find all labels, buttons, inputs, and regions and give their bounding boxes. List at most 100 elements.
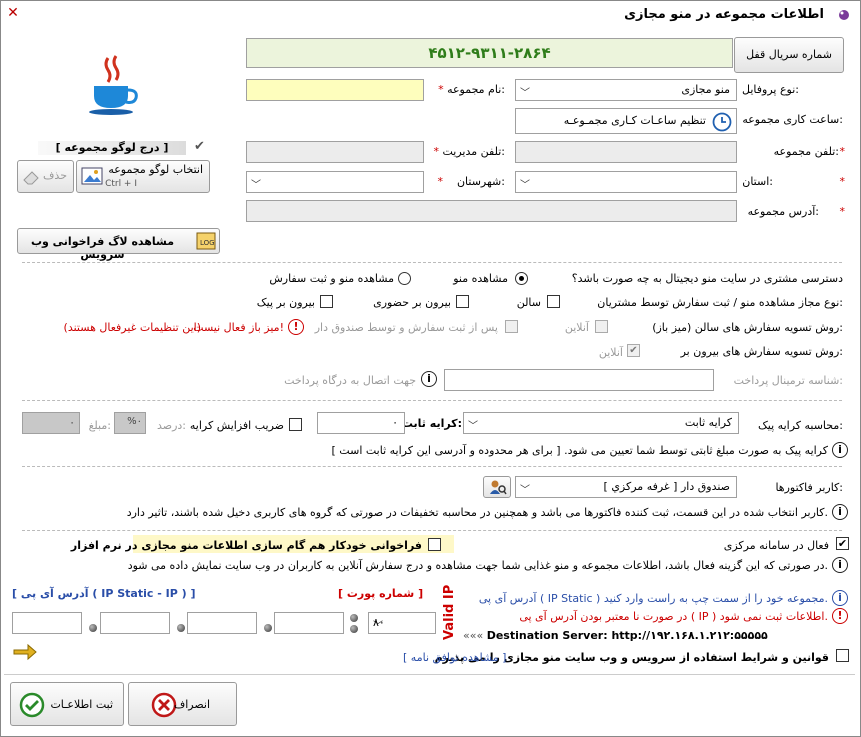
working-hours-button[interactable]: تنظیم ساعـات کـاری مجمـوعـه [515, 108, 737, 134]
province-label: استان: [742, 175, 773, 188]
valid-ip-label: Valid IP [442, 584, 457, 640]
salon-checkbox[interactable] [547, 295, 560, 308]
save-button[interactable]: ثبت اطلاعـات [10, 682, 124, 726]
address-input[interactable] [246, 200, 737, 222]
select-logo-label: انتخاب لوگو مجموعه [108, 163, 203, 176]
central-note: در صورتی که این گزینه فعال باشد، اطلاعات… [127, 559, 828, 572]
cancel-button[interactable]: انصراف [128, 682, 237, 726]
province-select[interactable]: ﹀ [515, 171, 737, 193]
save-label: ثبت اطلاعـات [50, 698, 113, 711]
ip-octet-2-input[interactable] [100, 612, 170, 634]
percent-input[interactable]: %۰ [114, 412, 146, 434]
working-hours-field-label: ساعت کاری مجموعه: [742, 113, 843, 126]
divider [22, 530, 842, 531]
select-logo-button[interactable]: انتخاب لوگو مجموعه Ctrl + I [76, 160, 210, 193]
chevron-down-icon: ﹀ [520, 485, 530, 496]
city-label: * شهرستان: [437, 175, 505, 188]
auto-sync-checkbox[interactable] [428, 538, 441, 551]
salon-settle-label: روش تسویه سفارش های سالن (میز باز): [652, 321, 843, 334]
central-active-checkbox[interactable]: ✔ [836, 537, 849, 550]
view-log-button[interactable]: LOG مشاهده لاگ فراخوانی وب سرویس [17, 228, 220, 261]
terminal-label: شناسه ترمینال پرداخت: [733, 374, 843, 387]
close-icon[interactable]: ✕ [5, 5, 21, 21]
warning-icon: ! [832, 608, 848, 624]
invoice-user-select[interactable]: ﹀ صندوق دار [ غرفه مرکزي ] [515, 476, 737, 498]
manager-phone-input[interactable] [246, 141, 424, 163]
user-search-button[interactable] [483, 476, 511, 498]
ip-octet-3-input[interactable] [187, 612, 257, 634]
divider [22, 262, 842, 263]
ip-octet-1-input[interactable] [12, 612, 82, 634]
status-dot [350, 614, 358, 622]
takeout-checkbox[interactable] [456, 295, 469, 308]
business-name-input[interactable] [246, 79, 424, 101]
lock-serial-button[interactable]: شماره سریال قفل [734, 37, 844, 73]
business-phone-input[interactable] [515, 141, 737, 163]
delete-logo-button[interactable]: حذف [17, 160, 74, 193]
port-select[interactable]: ﹀ ۸۰ [368, 612, 436, 634]
required-mark: * [839, 205, 846, 218]
port-title: [ شماره پورت ] [338, 587, 424, 600]
delivery-fee-type-select[interactable]: ﹀ کرایه ثابت [463, 412, 739, 434]
salon-after-checkbox[interactable] [505, 320, 518, 333]
checkmark-icon: ✔ [194, 139, 205, 154]
salon-after-label: پس از ثبت سفارش و توسط صندوق دار [314, 321, 498, 334]
fixed-fee-label: کرایه ثابت: [401, 417, 462, 430]
out-settle-label: روش تسویه سفارش های بیرون بر: [680, 345, 843, 358]
coffee-cup-icon [89, 55, 138, 115]
status-dot [177, 624, 185, 632]
working-hours-label: تنظیم ساعـات کـاری مجمـوعـه [563, 114, 706, 127]
invoice-user-note: کاربر انتخاب شده در این قسمت، ثبت کننده … [126, 506, 828, 519]
settings-disabled-note: (این تنظیمات غیرفعال هستند) [63, 321, 201, 334]
percent-label: درصد: [156, 419, 186, 432]
delivery-checkbox[interactable] [320, 295, 333, 308]
fixed-fee-value: ۰ [392, 416, 398, 429]
view-order-radio[interactable] [398, 272, 411, 285]
port-value: ۸۰ [373, 616, 385, 629]
ip-address-title: [ آدرس آی پی ( IP Static - IP ) ] [12, 587, 196, 600]
eraser-icon [23, 171, 39, 185]
title-bar: ✕ اطلاعات مجموعه در منو مجازی [1, 1, 860, 31]
profile-type-label: نوع پروفایل: [742, 83, 799, 96]
view-log-label: مشاهده لاگ فراخوانی وب سرویس [30, 235, 175, 261]
status-dot [350, 625, 358, 633]
user-search-icon [490, 480, 507, 495]
salon-online-checkbox[interactable] [595, 320, 608, 333]
chevron-down-icon: ﹀ [520, 88, 530, 99]
terminal-input[interactable] [444, 369, 714, 391]
window-title: اطلاعات مجموعه در منو مجازی [624, 7, 824, 22]
invoice-user-label: کاربر فاکتورها: [775, 481, 843, 494]
auto-sync-label: فراخوانی خودکار هم گام سازی اطلاعات منو … [70, 539, 422, 552]
order-types-label: نوع مجاز مشاهده منو / ثبت سفارش توسط مشت… [597, 296, 843, 309]
percent-value: %۰ [127, 416, 142, 427]
view-agreement-link[interactable]: [ مشاهده توافق نامه ] [403, 651, 506, 664]
salon-online-label: آنلاین [564, 321, 589, 334]
serial-number-value: ۴۵۱۲-۹۳۱۱-۲۸۶۴ [428, 44, 551, 62]
svg-text:LOG: LOG [200, 239, 215, 247]
out-online-label: آنلاین [598, 346, 623, 359]
info-icon: i [421, 371, 437, 387]
city-select[interactable]: ﹀ [246, 171, 424, 193]
amount-input[interactable]: ۰ [22, 412, 80, 434]
access-question: دسترسی مشتری در سایت منو دیجیتال به چه ص… [571, 272, 843, 285]
amount-value: ۰ [69, 416, 75, 429]
serial-number-field: ۴۵۱۲-۹۳۱۱-۲۸۶۴ [246, 38, 733, 68]
delivery-fee-type-value: کرایه ثابت [684, 416, 732, 429]
multiplier-checkbox[interactable] [289, 418, 302, 431]
delete-logo-label: حذف [43, 169, 67, 182]
chevron-down-icon: ﹀ [251, 180, 261, 191]
fixed-fee-input[interactable]: ۰ [317, 412, 405, 434]
business-name-label: * نام مجموعه: [438, 83, 505, 96]
divider [22, 466, 842, 467]
view-menu-radio[interactable] [515, 272, 528, 285]
out-online-checkbox[interactable]: ✔ [627, 344, 640, 357]
profile-type-value: منو مجازی [681, 83, 730, 96]
salon-label: سالن [516, 296, 541, 309]
divider [22, 400, 842, 401]
chevron-down-icon: ﹀ [520, 180, 530, 191]
destination-server: ««« Destination Server: http://۱۹۲.۱۶۸.۱… [463, 629, 768, 642]
profile-type-select[interactable]: ﹀ منو مجازی [515, 79, 737, 101]
terms-checkbox[interactable] [836, 649, 849, 662]
delivery-fee-note: کرایه پیک به صورت مبلغ ثابتی توسط شما تع… [331, 444, 828, 457]
ip-octet-4-input[interactable] [274, 612, 344, 634]
